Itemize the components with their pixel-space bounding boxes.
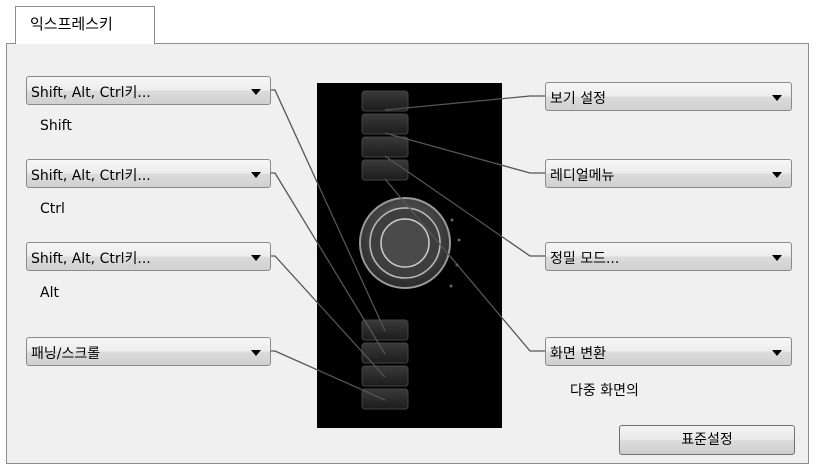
- key3-sublabel: Alt: [40, 285, 59, 301]
- key8-sublabel: 다중 화면의: [570, 383, 639, 399]
- key8-dropdown[interactable]: 화면 변환: [545, 337, 792, 366]
- chevron-down-icon: [772, 350, 782, 356]
- chevron-down-icon: [251, 89, 261, 95]
- chevron-down-icon: [251, 255, 261, 261]
- key2-dropdown[interactable]: Shift, Alt, Ctrl키...: [26, 159, 271, 188]
- touch-ring-icon: [359, 197, 461, 289]
- default-button[interactable]: 표준설정: [619, 425, 795, 455]
- key1-dropdown[interactable]: Shift, Alt, Ctrl키...: [26, 76, 271, 105]
- key3-dropdown[interactable]: Shift, Alt, Ctrl키...: [26, 242, 271, 271]
- chevron-down-icon: [772, 255, 782, 261]
- chevron-down-icon: [251, 172, 261, 178]
- key4-dropdown[interactable]: 패닝/스크롤: [26, 337, 271, 366]
- upper-express-keys: [361, 90, 409, 181]
- key5-dropdown[interactable]: 보기 설정: [545, 82, 792, 111]
- key7-dropdown[interactable]: 정밀 모드...: [545, 242, 792, 271]
- lower-express-keys: [361, 319, 409, 410]
- tablet-device-image: [317, 83, 502, 428]
- tab-label: 익스프레스키: [30, 15, 113, 33]
- key6-dropdown[interactable]: 레디얼메뉴: [545, 159, 792, 188]
- key1-sublabel: Shift: [40, 118, 72, 134]
- tab-express-keys[interactable]: 익스프레스키: [15, 6, 155, 44]
- chevron-down-icon: [772, 172, 782, 178]
- key2-sublabel: Ctrl: [40, 201, 65, 217]
- chevron-down-icon: [772, 95, 782, 101]
- chevron-down-icon: [251, 350, 261, 356]
